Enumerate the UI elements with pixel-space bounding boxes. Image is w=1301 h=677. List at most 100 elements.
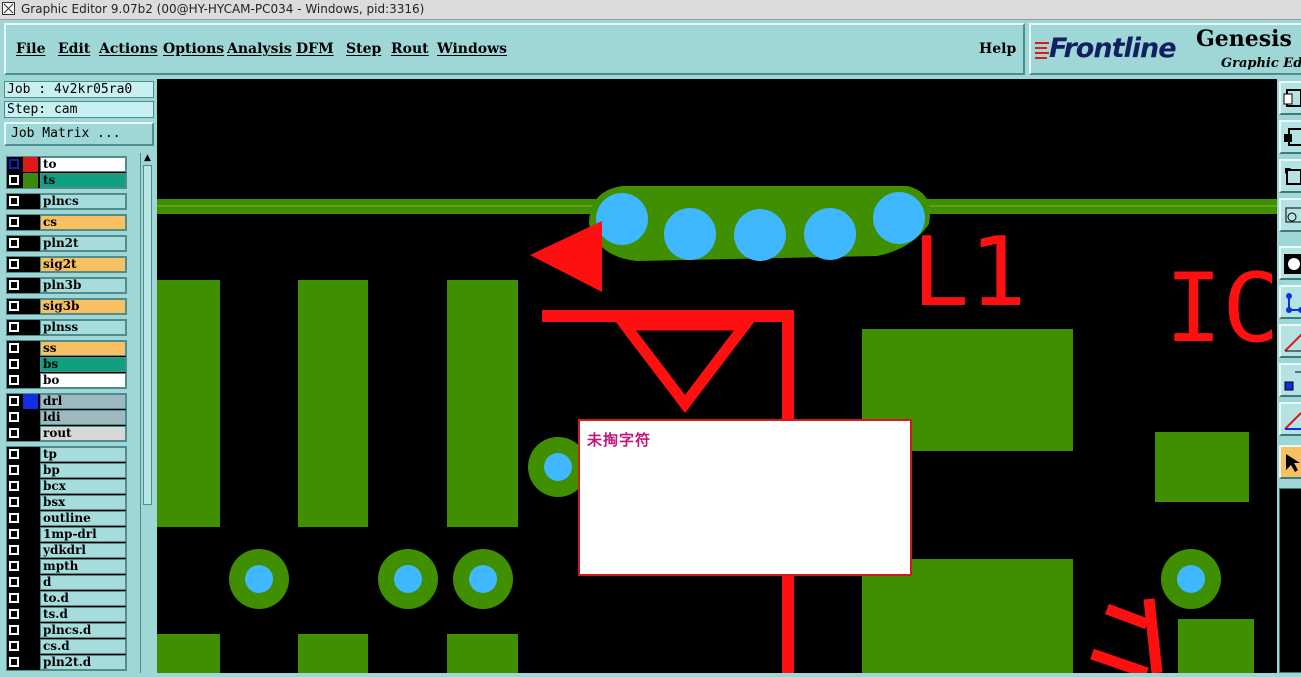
layer-name[interactable]: d bbox=[40, 575, 126, 590]
layer-name[interactable]: plnss bbox=[40, 320, 126, 335]
layer-name[interactable]: ldi bbox=[40, 410, 126, 425]
layer-display-slot[interactable] bbox=[23, 236, 38, 251]
layer-display-slot[interactable] bbox=[23, 426, 38, 441]
layer-display-slot[interactable] bbox=[23, 575, 38, 590]
layer-row-bs[interactable]: bs bbox=[6, 357, 126, 372]
layer-name[interactable]: cs bbox=[40, 215, 126, 230]
layer-row-d[interactable]: d bbox=[6, 575, 126, 590]
layer-checkbox[interactable] bbox=[8, 195, 20, 207]
layer-checkbox[interactable] bbox=[8, 342, 20, 354]
layer-display-slot[interactable] bbox=[23, 173, 38, 188]
layer-row-pln2t-d[interactable]: pln2t.d bbox=[6, 655, 126, 670]
layer-row-ts[interactable]: ts bbox=[6, 173, 126, 188]
net-tool-button[interactable] bbox=[1279, 285, 1301, 319]
layer-name[interactable]: bcx bbox=[40, 479, 126, 494]
layer-name[interactable]: drl bbox=[40, 394, 126, 409]
menu-rout[interactable]: Rout bbox=[391, 41, 429, 57]
layer-checkbox[interactable] bbox=[8, 411, 20, 423]
layer-display-slot[interactable] bbox=[23, 257, 38, 272]
layer-row-outline[interactable]: outline bbox=[6, 511, 126, 526]
layer-display-slot[interactable] bbox=[23, 357, 38, 372]
layer-row-1mp-drl[interactable]: 1mp-drl bbox=[6, 527, 126, 542]
layer-row-plncs-d[interactable]: plncs.d bbox=[6, 623, 126, 638]
layer-checkbox[interactable] bbox=[8, 560, 20, 572]
snap-tool-button[interactable] bbox=[1279, 363, 1301, 397]
layer-display-slot[interactable] bbox=[23, 479, 38, 494]
layer-display-slot[interactable] bbox=[23, 511, 38, 526]
layer-checkbox[interactable] bbox=[8, 576, 20, 588]
layer-row-plncs[interactable]: plncs bbox=[6, 194, 126, 209]
layer-name[interactable]: bp bbox=[40, 463, 126, 478]
layer-checkbox[interactable] bbox=[8, 216, 20, 228]
menu-file[interactable]: File bbox=[16, 41, 45, 57]
menu-windows[interactable]: Windows bbox=[437, 41, 507, 57]
layer-name[interactable]: cs.d bbox=[40, 639, 126, 654]
layer-checkbox[interactable] bbox=[8, 258, 20, 270]
layer-row-sig2t[interactable]: sig2t bbox=[6, 257, 126, 272]
layer-checkbox[interactable] bbox=[8, 656, 20, 668]
select-tool-button[interactable] bbox=[1279, 246, 1301, 280]
layer-display-slot[interactable] bbox=[23, 215, 38, 230]
layer-checkbox[interactable] bbox=[8, 624, 20, 636]
layer-row-ss[interactable]: ss bbox=[6, 341, 126, 356]
move-tool-button[interactable] bbox=[1279, 81, 1301, 115]
layer-name[interactable]: to bbox=[40, 157, 126, 172]
layer-name[interactable]: ts.d bbox=[40, 607, 126, 622]
layer-name[interactable]: sig2t bbox=[40, 257, 126, 272]
layer-checkbox[interactable] bbox=[8, 528, 20, 540]
layer-checkbox[interactable] bbox=[8, 592, 20, 604]
layer-name[interactable]: mpth bbox=[40, 559, 126, 574]
layer-checkbox[interactable] bbox=[8, 358, 20, 370]
layer-checkbox[interactable] bbox=[8, 448, 20, 460]
layer-display-slot[interactable] bbox=[23, 527, 38, 542]
pcb-drawing[interactable]: L1 IC bbox=[157, 79, 1277, 673]
layer-checkbox[interactable] bbox=[8, 544, 20, 556]
layer-display-slot[interactable] bbox=[23, 559, 38, 574]
layer-name[interactable]: bo bbox=[40, 373, 126, 388]
scroll-up-icon[interactable]: ▲ bbox=[142, 153, 153, 164]
layer-name[interactable]: sig3b bbox=[40, 299, 126, 314]
layer-checkbox[interactable] bbox=[8, 374, 20, 386]
draw-tool-button[interactable] bbox=[1279, 402, 1301, 436]
layer-checkbox[interactable] bbox=[8, 158, 20, 170]
layer-name[interactable]: tp bbox=[40, 447, 126, 462]
scroll-thumb[interactable] bbox=[143, 165, 152, 505]
pointer-tool-button[interactable] bbox=[1279, 445, 1301, 479]
layer-checkbox[interactable] bbox=[8, 608, 20, 620]
layer-row-bo[interactable]: bo bbox=[6, 373, 126, 388]
menu-step[interactable]: Step bbox=[346, 41, 381, 57]
layer-row-bsx[interactable]: bsx bbox=[6, 495, 126, 510]
layer-display-slot[interactable] bbox=[23, 299, 38, 314]
layer-name[interactable]: outline bbox=[40, 511, 126, 526]
layer-display-slot[interactable] bbox=[23, 157, 38, 172]
copy-tool-button[interactable] bbox=[1279, 120, 1301, 154]
menu-help[interactable]: Help bbox=[979, 41, 1016, 57]
layer-name[interactable]: ydkdrl bbox=[40, 543, 126, 558]
layer-checkbox[interactable] bbox=[8, 512, 20, 524]
layer-row-ydkdrl[interactable]: ydkdrl bbox=[6, 543, 126, 558]
layer-checkbox[interactable] bbox=[8, 279, 20, 291]
layer-name[interactable]: bs bbox=[40, 357, 126, 372]
layer-row-to-d[interactable]: to.d bbox=[6, 591, 126, 606]
layer-display-slot[interactable] bbox=[23, 394, 38, 409]
layer-display-slot[interactable] bbox=[23, 278, 38, 293]
layer-row-pln3b[interactable]: pln3b bbox=[6, 278, 126, 293]
layer-display-slot[interactable] bbox=[23, 639, 38, 654]
measure-tool-button[interactable] bbox=[1279, 198, 1301, 232]
layer-checkbox[interactable] bbox=[8, 427, 20, 439]
layer-name[interactable]: pln3b bbox=[40, 278, 126, 293]
layer-display-slot[interactable] bbox=[23, 447, 38, 462]
layer-name[interactable]: pln2t.d bbox=[40, 655, 126, 670]
layer-checkbox[interactable] bbox=[8, 237, 20, 249]
layer-checkbox[interactable] bbox=[8, 300, 20, 312]
layer-checkbox[interactable] bbox=[8, 480, 20, 492]
resize-tool-button[interactable] bbox=[1279, 159, 1301, 193]
layer-name[interactable]: pln2t bbox=[40, 236, 126, 251]
line-tool-button[interactable] bbox=[1279, 324, 1301, 358]
menu-actions[interactable]: Actions bbox=[99, 41, 158, 57]
layer-row-plnss[interactable]: plnss bbox=[6, 320, 126, 335]
layer-row-sig3b[interactable]: sig3b bbox=[6, 299, 126, 314]
job-matrix-button[interactable]: Job Matrix ... bbox=[4, 122, 154, 146]
layer-display-slot[interactable] bbox=[23, 410, 38, 425]
layer-display-slot[interactable] bbox=[23, 320, 38, 335]
